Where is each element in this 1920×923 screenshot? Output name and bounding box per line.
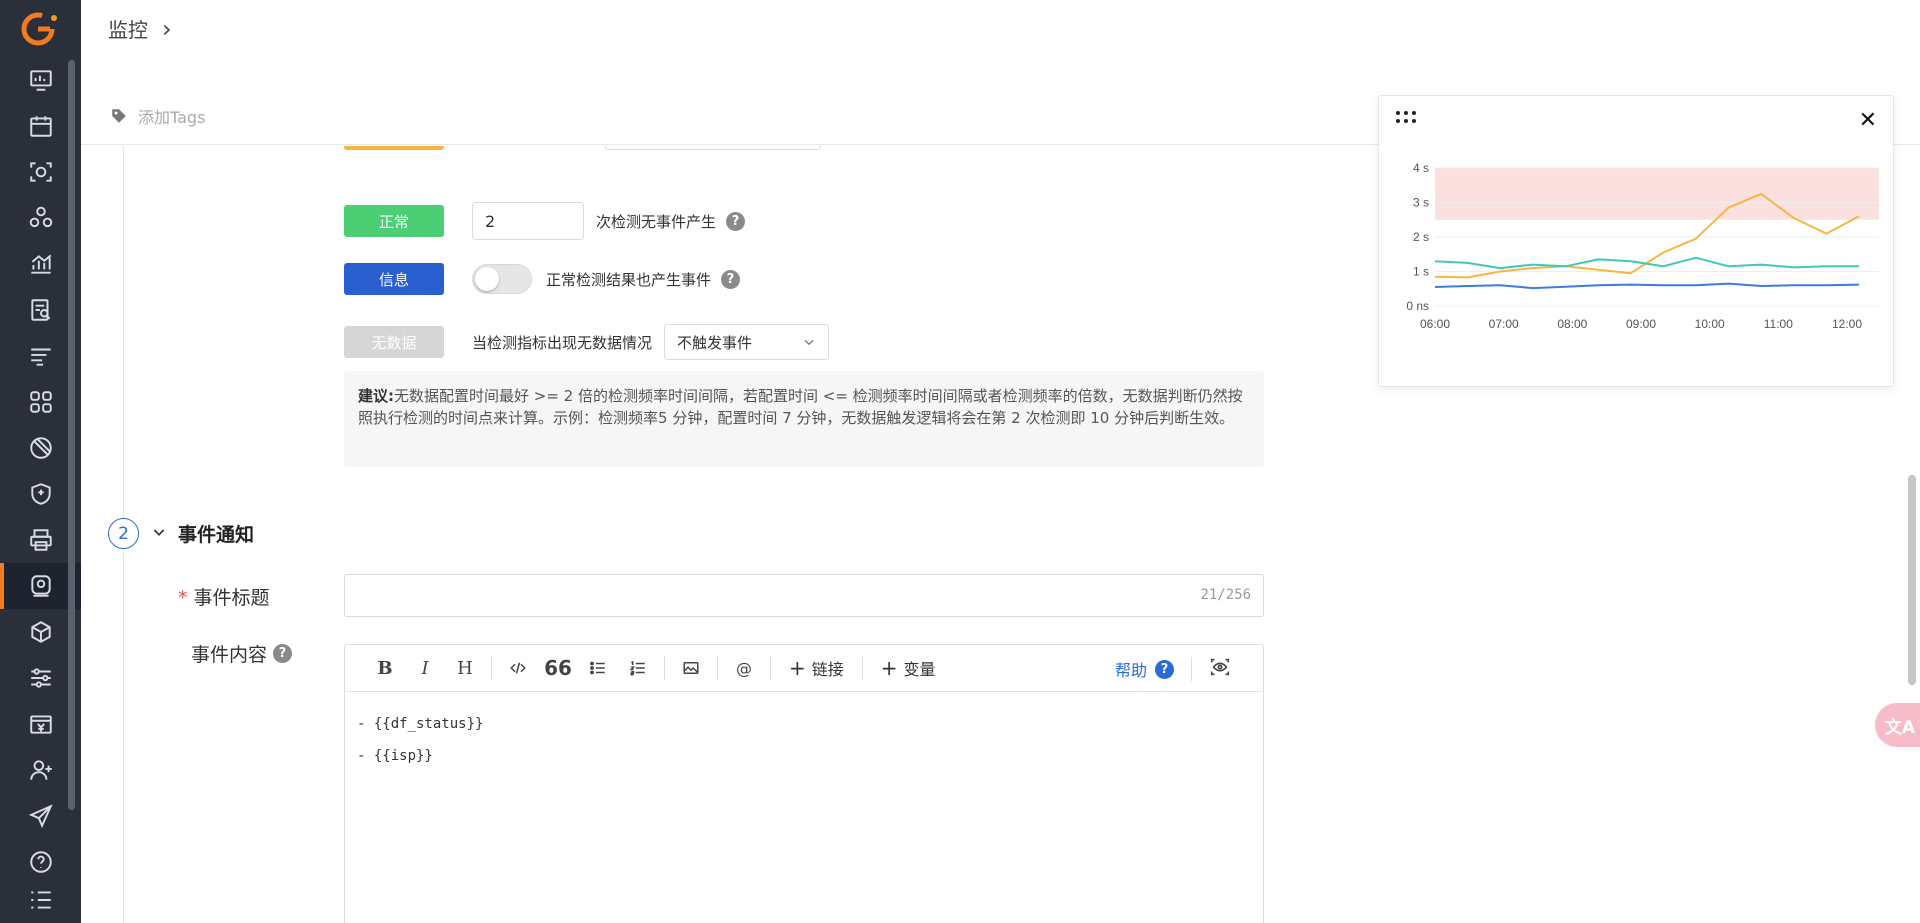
normal-level-row: 正常 2 次检测无事件产生 ? bbox=[344, 202, 746, 240]
chevron-down-icon[interactable] bbox=[151, 524, 167, 540]
char-counter: 21/256 bbox=[1200, 587, 1251, 603]
normal-level-badge: 正常 bbox=[344, 205, 444, 237]
editor-line: - {{df_status}} bbox=[357, 716, 484, 732]
event-content-label-text: 事件内容 bbox=[191, 644, 268, 666]
image-icon bbox=[683, 662, 699, 674]
ordered-list-button[interactable] bbox=[618, 653, 658, 683]
normal-count-text: 次检测无事件产生 bbox=[596, 212, 717, 231]
translate-icon[interactable]: 文A bbox=[1875, 703, 1920, 747]
chevron-down-icon bbox=[804, 339, 814, 346]
help-link[interactable]: 帮助? bbox=[1115, 657, 1175, 681]
toolbar-divider bbox=[664, 656, 665, 680]
breadcrumb: 监控 › bbox=[108, 14, 172, 43]
menu-collapse-icon[interactable] bbox=[0, 877, 81, 923]
help-label: 帮助 bbox=[1115, 661, 1148, 680]
quote-button[interactable]: 66 bbox=[538, 653, 578, 683]
tag-icon bbox=[112, 109, 126, 123]
bullet-list-icon bbox=[590, 661, 605, 675]
x-tick-label: 07:00 bbox=[1489, 317, 1519, 331]
code-button[interactable] bbox=[498, 653, 538, 683]
y-tick-label: 1 s bbox=[1413, 265, 1429, 279]
mention-button[interactable]: @ bbox=[724, 653, 764, 683]
x-tick-label: 12:00 bbox=[1832, 317, 1862, 331]
x-tick-label: 11:00 bbox=[1764, 317, 1793, 331]
editor-toolbar: B I H 66 @ + 链接 + 变量 帮助? bbox=[345, 645, 1263, 692]
nodata-tip: 建议:无数据配置时间最好 >= 2 倍的检测频率时间间隔，若配置时间 <= 检测… bbox=[344, 371, 1264, 467]
nodata-level-badge: 无数据 bbox=[344, 326, 444, 358]
add-tags-placeholder: 添加Tags bbox=[138, 108, 206, 127]
sidebar-scrollbar[interactable] bbox=[68, 60, 75, 810]
nodata-text: 当检测指标出现无数据情况 bbox=[472, 333, 653, 352]
preview-chart-panel: ✕ 0 ns 1 s2 s3 s4 s 06:00 07:00 08:00 09:00 10… bbox=[1378, 95, 1894, 387]
x-tick-label: 09:00 bbox=[1626, 317, 1656, 331]
normal-count-input[interactable]: 2 bbox=[472, 202, 584, 240]
variable-label: 变量 bbox=[903, 660, 936, 679]
toolbar-divider bbox=[861, 656, 863, 680]
input-partial[interactable] bbox=[605, 146, 821, 150]
section-title: 事件通知 bbox=[178, 524, 255, 546]
question-icon: ? bbox=[1155, 659, 1175, 679]
nodata-event-select[interactable]: 不触发事件 bbox=[664, 324, 830, 360]
y-tick-label: 3 s bbox=[1413, 196, 1429, 210]
section-number: 2 bbox=[108, 518, 139, 549]
info-level-row: 信息 正常检测结果也产生事件 ? bbox=[344, 263, 741, 295]
toolbar-divider bbox=[491, 656, 492, 680]
y-tick-label: 2 s bbox=[1413, 230, 1429, 244]
toolbar-divider bbox=[770, 656, 771, 680]
required-mark: * bbox=[178, 587, 188, 609]
image-button[interactable] bbox=[671, 653, 711, 683]
level-badge-partial bbox=[344, 146, 444, 150]
toolbar-divider bbox=[717, 656, 718, 680]
question-icon[interactable]: ? bbox=[273, 644, 293, 663]
preview-button[interactable] bbox=[1209, 656, 1231, 682]
breadcrumb-title[interactable]: 监控 bbox=[108, 14, 148, 43]
bold-button[interactable]: B bbox=[365, 653, 405, 683]
toolbar-divider bbox=[1191, 657, 1192, 681]
tip-text: 无数据配置时间最好 >= 2 倍的检测频率时间间隔，若配置时间 <= 检测频率时… bbox=[358, 387, 1243, 427]
plus-icon: + bbox=[789, 656, 806, 680]
nodata-level-row: 无数据 当检测指标出现无数据情况 不触发事件 bbox=[344, 324, 830, 360]
info-toggle-switch[interactable] bbox=[472, 264, 532, 294]
event-content-editor: B I H 66 @ + 链接 + 变量 帮助? - {{df_status}} -… bbox=[344, 644, 1264, 923]
sidebar bbox=[0, 0, 81, 923]
link-label: 链接 bbox=[811, 660, 844, 679]
plus-icon: + bbox=[880, 656, 898, 680]
y-tick-label: 4 s bbox=[1413, 161, 1429, 175]
event-content-label: 事件内容 ? bbox=[191, 640, 293, 667]
nodata-select-value: 不触发事件 bbox=[677, 333, 753, 352]
chevron-right-icon: › bbox=[162, 14, 172, 43]
preview-eye-icon bbox=[1210, 658, 1230, 676]
x-tick-label: 08:00 bbox=[1557, 317, 1587, 331]
question-icon[interactable]: ? bbox=[721, 269, 741, 289]
question-icon[interactable]: ? bbox=[726, 211, 746, 231]
add-tags[interactable]: 添加Tags bbox=[110, 104, 205, 128]
series-line bbox=[1434, 256, 1859, 270]
page-scrollbar[interactable] bbox=[1908, 475, 1916, 685]
threshold-band bbox=[1435, 168, 1879, 220]
info-level-badge: 信息 bbox=[344, 263, 444, 295]
ordered-list-icon bbox=[629, 660, 645, 676]
x-tick-label: 10:00 bbox=[1695, 317, 1725, 331]
series-line bbox=[1434, 282, 1860, 290]
logo bbox=[21, 12, 57, 46]
editor-line: - {{isp}} bbox=[357, 748, 433, 764]
info-toggle-text: 正常检测结果也产生事件 bbox=[546, 270, 712, 289]
bullet-list-button[interactable] bbox=[578, 653, 618, 683]
insert-variable-button[interactable]: + 变量 bbox=[869, 656, 948, 680]
x-tick-label: 06:00 bbox=[1420, 317, 1450, 331]
code-icon bbox=[510, 662, 526, 674]
event-title-label: * 事件标题 bbox=[178, 583, 270, 610]
insert-link-button[interactable]: + 链接 bbox=[777, 656, 856, 680]
tip-label: 建议: bbox=[358, 387, 394, 405]
italic-button[interactable]: I bbox=[405, 653, 445, 683]
event-title-input[interactable]: 21/256 bbox=[344, 574, 1264, 617]
line-chart: 0 ns 1 s 2 s 3 s 4 s 06:00 07:00 08:00 09:00 10:0… bbox=[1406, 161, 1879, 331]
event-title-label-text: 事件标题 bbox=[193, 587, 270, 609]
editor-body[interactable]: - {{df_status}} - {{isp}} bbox=[345, 692, 1263, 788]
y-tick-label: 0 ns bbox=[1406, 299, 1429, 313]
heading-button[interactable]: H bbox=[445, 653, 485, 683]
